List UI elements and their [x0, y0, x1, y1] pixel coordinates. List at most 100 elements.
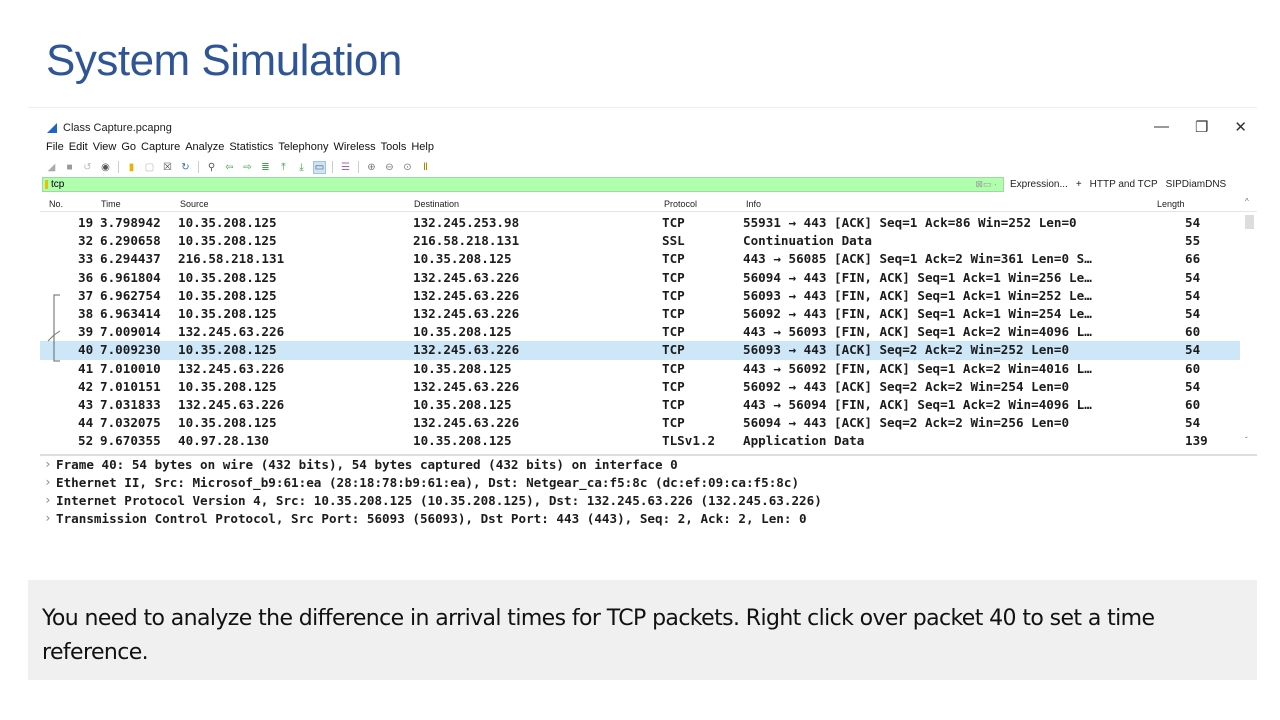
menu-help[interactable]: Help: [411, 141, 434, 153]
open-folder-icon[interactable]: ▮: [126, 162, 137, 173]
packet-number: 40: [78, 342, 94, 358]
detail-text: Frame 40: 54 bytes on wire (432 bits), 5…: [56, 457, 678, 472]
packet-length: 139: [1185, 433, 1208, 449]
filter-clear-icon[interactable]: ⊠▭ ·: [975, 179, 997, 190]
packet-row[interactable]: 19 3.798942 10.35.208.125 132.245.253.98 TCP…: [40, 214, 1240, 232]
first-packet-icon[interactable]: ⤒: [278, 162, 289, 173]
packet-protocol: TCP: [662, 215, 685, 230]
expand-chevron-icon[interactable]: ›: [44, 492, 52, 507]
packet-time: 6.961804: [100, 269, 161, 285]
packet-time: 7.010151: [100, 378, 161, 394]
go-to-packet-icon[interactable]: ≣: [260, 162, 271, 173]
menu-statistics[interactable]: Statistics: [229, 141, 273, 153]
scroll-up-icon[interactable]: ^: [1245, 197, 1249, 206]
restore-button[interactable]: ❐: [1195, 118, 1208, 136]
instruction-box: You need to analyze the difference in ar…: [28, 580, 1257, 680]
minimize-button[interactable]: —: [1154, 118, 1169, 136]
packet-protocol: TLSv1.2: [662, 433, 716, 449]
menu-edit[interactable]: Edit: [69, 141, 88, 153]
detail-tree-item[interactable]: › Frame 40: 54 bytes on wire (432 bits), …: [40, 456, 1257, 474]
restart-icon[interactable]: ↺: [82, 162, 93, 173]
expand-chevron-icon[interactable]: ›: [44, 510, 52, 525]
packet-source: 10.35.208.125: [178, 287, 277, 303]
packet-list-scrollbar[interactable]: ^ ˇ: [1243, 197, 1255, 445]
autoscroll-icon[interactable]: ▭: [313, 160, 326, 174]
display-filter-input[interactable]: tcp ⊠▭ ·: [42, 177, 1004, 192]
packet-length: 54: [1185, 342, 1201, 358]
column-header-length[interactable]: Length: [1157, 199, 1185, 209]
packet-time: 9.670355: [100, 433, 161, 449]
packet-protocol: TCP: [662, 342, 685, 358]
scrollbar-thumb[interactable]: [1245, 215, 1254, 229]
column-header-no[interactable]: No.: [49, 199, 63, 209]
go-forward-icon[interactable]: ⇨: [242, 162, 253, 173]
column-header-destination[interactable]: Destination: [414, 199, 459, 209]
save-icon[interactable]: ▢: [144, 162, 155, 173]
normal-size-icon[interactable]: ⊙: [402, 162, 413, 173]
find-packet-icon[interactable]: ⚲: [206, 162, 217, 173]
add-filter-button[interactable]: +: [1076, 179, 1082, 190]
packet-row[interactable]: 41 7.010010 132.245.63.226 10.35.208.125 TCP…: [40, 360, 1240, 378]
packet-row[interactable]: 43 7.031833 132.245.63.226 10.35.208.125 TCP…: [40, 396, 1240, 414]
expression-button[interactable]: Expression...: [1010, 179, 1068, 190]
window-title: Class Capture.pcapng: [63, 122, 172, 134]
zoom-in-icon[interactable]: ⊕: [366, 162, 377, 173]
menu-file[interactable]: File: [46, 141, 64, 153]
menu-capture[interactable]: Capture: [141, 141, 180, 153]
column-header-info[interactable]: Info: [746, 199, 761, 209]
resize-columns-icon[interactable]: Ⅱ: [420, 162, 431, 173]
detail-tree-item[interactable]: › Transmission Control Protocol, Src Port…: [40, 510, 1257, 528]
detail-tree-item[interactable]: › Internet Protocol Version 4, Src: 10.35…: [40, 492, 1257, 510]
packet-source: 132.245.63.226: [178, 360, 285, 376]
scroll-down-icon[interactable]: ˇ: [1245, 436, 1248, 445]
menu-analyze[interactable]: Analyze: [185, 141, 224, 153]
packet-row-selected[interactable]: 40 7.009230 10.35.208.125 132.245.63.226 TCP…: [40, 341, 1240, 360]
expand-chevron-icon[interactable]: ›: [44, 456, 52, 471]
bookmark-icon[interactable]: [45, 180, 48, 189]
filter-button-http-tcp[interactable]: HTTP and TCP: [1090, 179, 1158, 190]
packet-info: Application Data: [743, 433, 865, 449]
reload-icon[interactable]: ↻: [180, 162, 191, 173]
detail-tree-item[interactable]: › Ethernet II, Src: Microsof_b9:61:ea (28…: [40, 474, 1257, 492]
expand-chevron-icon[interactable]: ›: [44, 474, 52, 489]
packet-source: 132.245.63.226: [178, 324, 285, 340]
column-header-source[interactable]: Source: [180, 199, 209, 209]
packet-row[interactable]: 38 6.963414 10.35.208.125 132.245.63.226 TCP…: [40, 305, 1240, 323]
packet-row[interactable]: 33 6.294437 216.58.218.131 10.35.208.125 TCP…: [40, 250, 1240, 268]
stop-icon[interactable]: ■: [64, 162, 75, 173]
packet-protocol: TCP: [662, 378, 685, 394]
packet-row[interactable]: 37 6.962754 10.35.208.125 132.245.63.226 TCP…: [40, 287, 1240, 305]
menu-telephony[interactable]: Telephony: [278, 141, 328, 153]
packet-destination: 132.245.63.226: [413, 378, 520, 394]
close-button[interactable]: ✕: [1234, 118, 1247, 136]
zoom-out-icon[interactable]: ⊖: [384, 162, 395, 173]
close-file-icon[interactable]: ☒: [162, 162, 173, 173]
packet-length: 60: [1185, 396, 1201, 412]
packet-row[interactable]: 39 7.009014 132.245.63.226 10.35.208.125 TCP…: [40, 323, 1240, 341]
packet-row[interactable]: 44 7.032075 10.35.208.125 132.245.63.226 TCP…: [40, 414, 1240, 432]
colorize-icon[interactable]: ☰: [340, 162, 351, 173]
shark-fin-start-icon[interactable]: ◢: [46, 162, 57, 173]
go-back-icon[interactable]: ⇦: [224, 162, 235, 173]
detail-text: Ethernet II, Src: Microsof_b9:61:ea (28:…: [56, 475, 800, 490]
menu-view[interactable]: View: [93, 141, 117, 153]
menu-go[interactable]: Go: [121, 141, 136, 153]
packet-destination: 132.245.63.226: [413, 287, 520, 303]
packet-row[interactable]: 52 9.670355 40.97.28.130 10.35.208.125 TLSv1…: [40, 432, 1240, 450]
packet-time: 6.963414: [100, 305, 161, 321]
packet-number: 39: [78, 324, 94, 340]
packet-row[interactable]: 36 6.961804 10.35.208.125 132.245.63.226 TCP…: [40, 269, 1240, 287]
last-packet-icon[interactable]: ⤓: [296, 162, 307, 173]
menu-tools[interactable]: Tools: [381, 141, 407, 153]
packet-row[interactable]: 32 6.290658 10.35.208.125 216.58.218.131 SSL…: [40, 232, 1240, 250]
packet-length: 54: [1185, 415, 1201, 431]
slide-title: System Simulation: [46, 36, 402, 85]
column-header-time[interactable]: Time: [101, 199, 121, 209]
toolbar-separator: [118, 161, 119, 173]
column-header-protocol[interactable]: Protocol: [664, 199, 697, 209]
menu-wireless[interactable]: Wireless: [334, 141, 376, 153]
options-gear-icon[interactable]: ◉: [100, 162, 111, 173]
packet-row[interactable]: 42 7.010151 10.35.208.125 132.245.63.226 TCP…: [40, 378, 1240, 396]
filter-button-sipdiamdns[interactable]: SIPDiamDNS: [1166, 179, 1227, 190]
packet-time: 7.010010: [100, 360, 161, 376]
